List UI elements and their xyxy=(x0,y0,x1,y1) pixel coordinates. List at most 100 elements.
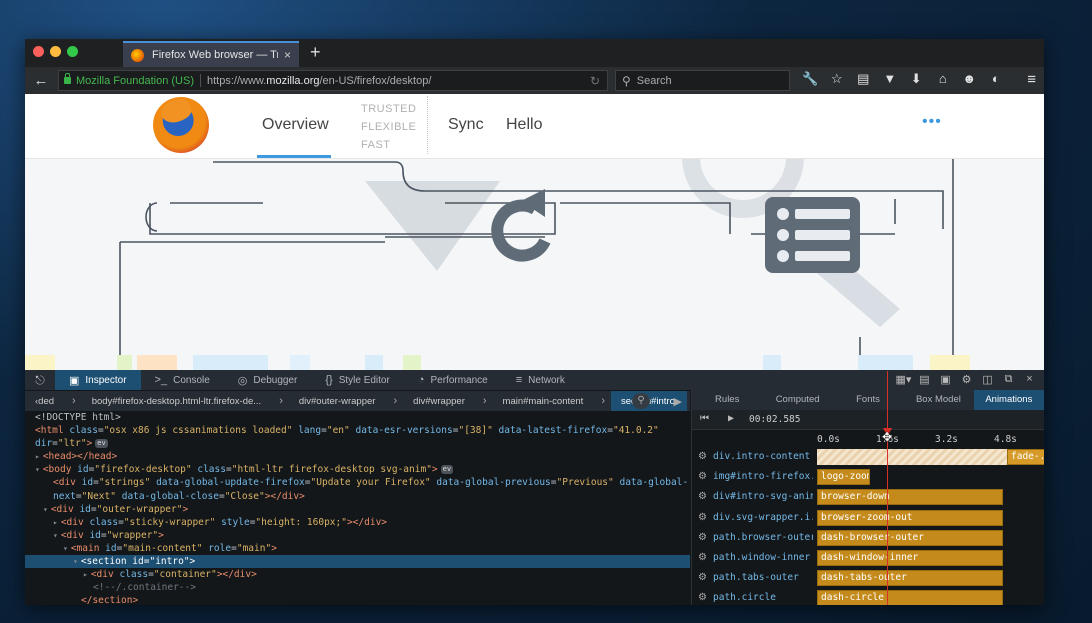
reload-icon[interactable]: ↻ xyxy=(590,74,600,88)
collapse-arrow-icon[interactable]: ▾ xyxy=(43,505,48,514)
url-text[interactable]: https://www.mozilla.org/en-US/firefox/de… xyxy=(207,75,431,87)
animation-bar[interactable]: dash-browser-outer xyxy=(817,529,1003,546)
animation-row[interactable]: ⚙ path.circle dash-circle xyxy=(692,588,1044,605)
tab-fonts[interactable]: Fonts xyxy=(833,390,903,410)
pocket-icon[interactable]: ▼ xyxy=(877,71,904,87)
breadcrumb-outer-wrapper[interactable]: div#outer-wrapper xyxy=(289,396,388,407)
responsive-mode-icon[interactable]: ▣ xyxy=(935,373,956,386)
url-bar[interactable]: Mozilla Foundation (US) https://www.mozi… xyxy=(58,70,608,91)
markup-line[interactable]: ▸ <div class="container"></div> xyxy=(25,568,690,581)
markup-line[interactable]: </section> xyxy=(25,594,690,605)
tab-performance[interactable]: ◔ Performance xyxy=(404,370,502,390)
markup-line[interactable]: <html class="osx x86 js cssanimations lo… xyxy=(25,424,690,437)
animation-target[interactable]: path.window-inner xyxy=(713,552,813,563)
animation-target[interactable]: path.circle xyxy=(713,592,813,603)
browser-tab[interactable]: Firefox Web browser — Trust... × xyxy=(123,41,299,67)
event-badge[interactable]: ev xyxy=(440,465,454,475)
element-picker-icon[interactable]: ⎋ xyxy=(25,373,55,388)
play-icon[interactable]: ▶ xyxy=(728,413,734,424)
animation-row[interactable]: ⚙ path.window-inner dash-window-inner xyxy=(692,548,1044,568)
search-html-icon[interactable]: ⚲ xyxy=(632,393,650,409)
rewind-icon[interactable]: ⏮ xyxy=(700,413,709,424)
more-options-icon[interactable]: ••• xyxy=(922,113,942,131)
nav-link-sync[interactable]: Sync xyxy=(448,116,484,134)
minimize-window-button[interactable] xyxy=(50,46,61,57)
animation-bar[interactable]: fade-... xyxy=(1007,449,1044,465)
close-window-button[interactable] xyxy=(33,46,44,57)
timeline-playhead[interactable] xyxy=(887,371,888,605)
tab-console[interactable]: >_ Console xyxy=(141,370,224,390)
close-devtools-icon[interactable]: × xyxy=(1019,373,1040,386)
markup-line[interactable]: ▾ <main id="main-content" role="main"> xyxy=(25,542,690,555)
animation-bar[interactable]: dash-tabs-outer xyxy=(817,570,1003,587)
tab-computed[interactable]: Computed xyxy=(762,390,832,410)
animation-row[interactable]: ⚙ path.tabs-outer dash-tabs-outer xyxy=(692,568,1044,588)
animation-bar[interactable]: dash-circle xyxy=(817,590,1003,605)
home-icon[interactable]: ⌂ xyxy=(930,71,957,87)
collapse-arrow-icon[interactable]: ▾ xyxy=(63,544,68,553)
animation-target[interactable]: path.browser-outer xyxy=(713,532,813,543)
markup-line[interactable]: <div id="strings" data-global-update-fir… xyxy=(25,476,690,489)
animation-bar[interactable]: browser-zoom-out xyxy=(817,509,1003,526)
markup-line[interactable]: ▸ <head></head> xyxy=(25,450,690,463)
animation-bar[interactable]: browser-down xyxy=(817,489,1003,506)
expand-arrow-icon[interactable]: ▸ xyxy=(53,518,58,527)
markup-line-selected[interactable]: ▾ <section id="intro"> xyxy=(25,555,690,569)
back-button[interactable]: ← xyxy=(25,72,57,89)
nav-link-overview[interactable]: Overview xyxy=(262,116,329,134)
bookmark-star-icon[interactable]: ☆ xyxy=(824,71,851,87)
animation-bar[interactable]: logo-zoom xyxy=(817,469,870,486)
undock-icon[interactable]: ⧉ xyxy=(998,373,1019,386)
tab-rules[interactable]: Rules xyxy=(692,390,762,410)
animation-target[interactable]: path.tabs-outer xyxy=(713,572,813,583)
breadcrumb-body[interactable]: body#firefox-desktop.html-ltr.firefox-de… xyxy=(82,396,274,407)
reading-list-icon[interactable]: ▤ xyxy=(850,71,877,87)
collapse-arrow-icon[interactable]: ▾ xyxy=(35,465,40,474)
markup-line[interactable]: next="Next" data-global-close="Close"></… xyxy=(25,490,690,503)
breadcrumb-main[interactable]: main#main-content xyxy=(493,396,596,407)
tab-animations[interactable]: Animations xyxy=(973,390,1044,410)
timeline-scale[interactable]: 0.0s 1.6s 3.2s 4.8s xyxy=(692,430,1044,447)
tab-inspector[interactable]: ▣ Inspector xyxy=(55,370,141,390)
tab-box-model[interactable]: Box Model xyxy=(903,390,973,410)
animation-row[interactable]: ⚙ div.intro-content fade-... xyxy=(692,447,1044,467)
sync-icon[interactable]: ◐ xyxy=(983,71,1010,87)
expand-arrow-icon[interactable]: ▸ xyxy=(83,570,88,579)
event-badge[interactable]: ev xyxy=(95,439,108,449)
tab-style-editor[interactable]: {} Style Editor xyxy=(311,370,404,390)
wrench-icon[interactable]: 🔧 xyxy=(797,71,824,87)
animation-target[interactable]: img#intro-firefox... xyxy=(713,471,813,482)
new-tab-button[interactable]: + xyxy=(310,42,321,63)
breadcrumb-scroll-right-icon[interactable]: › xyxy=(687,395,690,407)
download-icon[interactable]: ⬇ xyxy=(903,71,930,87)
markup-line[interactable]: ▸ <div class="sticky-wrapper" style="heig… xyxy=(25,516,690,529)
tab-debugger[interactable]: ◎ Debugger xyxy=(224,370,312,390)
animation-row[interactable]: ⚙ img#intro-firefox... logo-zoom xyxy=(692,467,1044,487)
markup-line[interactable]: ▾ <div id="wrapper"> xyxy=(25,529,690,542)
collapse-arrow-icon[interactable]: ▾ xyxy=(53,531,58,540)
collapse-arrow-icon[interactable]: ▾ xyxy=(73,557,78,566)
menu-button[interactable]: ≡ xyxy=(1027,71,1036,88)
frame-select-icon[interactable]: ▦▾ xyxy=(893,373,914,386)
hello-icon[interactable]: ☻ xyxy=(956,71,983,87)
tab-close-icon[interactable]: × xyxy=(284,48,291,62)
zoom-window-button[interactable] xyxy=(67,46,78,57)
site-identity[interactable]: Mozilla Foundation (US) xyxy=(76,75,194,87)
tab-network[interactable]: ≡ Network xyxy=(502,370,579,390)
markup-line[interactable]: ▾ <div id="outer-wrapper"> xyxy=(25,503,690,516)
breadcrumb-item[interactable]: ‹ded xyxy=(25,396,66,407)
dock-side-icon[interactable]: ◫ xyxy=(977,373,998,386)
toggle-sidebar-icon[interactable]: ▶ xyxy=(674,395,682,408)
nav-link-hello[interactable]: Hello xyxy=(506,116,542,134)
markup-line[interactable]: ▾ <body id="firefox-desktop" class="html-… xyxy=(25,463,690,476)
expand-arrow-icon[interactable]: ▸ xyxy=(35,452,40,461)
animation-target[interactable]: div#intro-svg-anim xyxy=(713,491,813,502)
animation-bar[interactable]: dash-window-inner xyxy=(817,549,1003,566)
animation-row[interactable]: ⚙ div#intro-svg-anim browser-down xyxy=(692,487,1044,507)
markup-line[interactable]: <!--/.container--> xyxy=(25,581,690,594)
firefox-logo[interactable] xyxy=(153,97,209,153)
markup-line[interactable]: dir="ltr"> ev xyxy=(25,437,690,450)
markup-line[interactable]: <!DOCTYPE html> xyxy=(25,411,690,424)
split-console-icon[interactable]: ▤ xyxy=(914,373,935,386)
settings-gear-icon[interactable]: ⚙ xyxy=(956,373,977,386)
